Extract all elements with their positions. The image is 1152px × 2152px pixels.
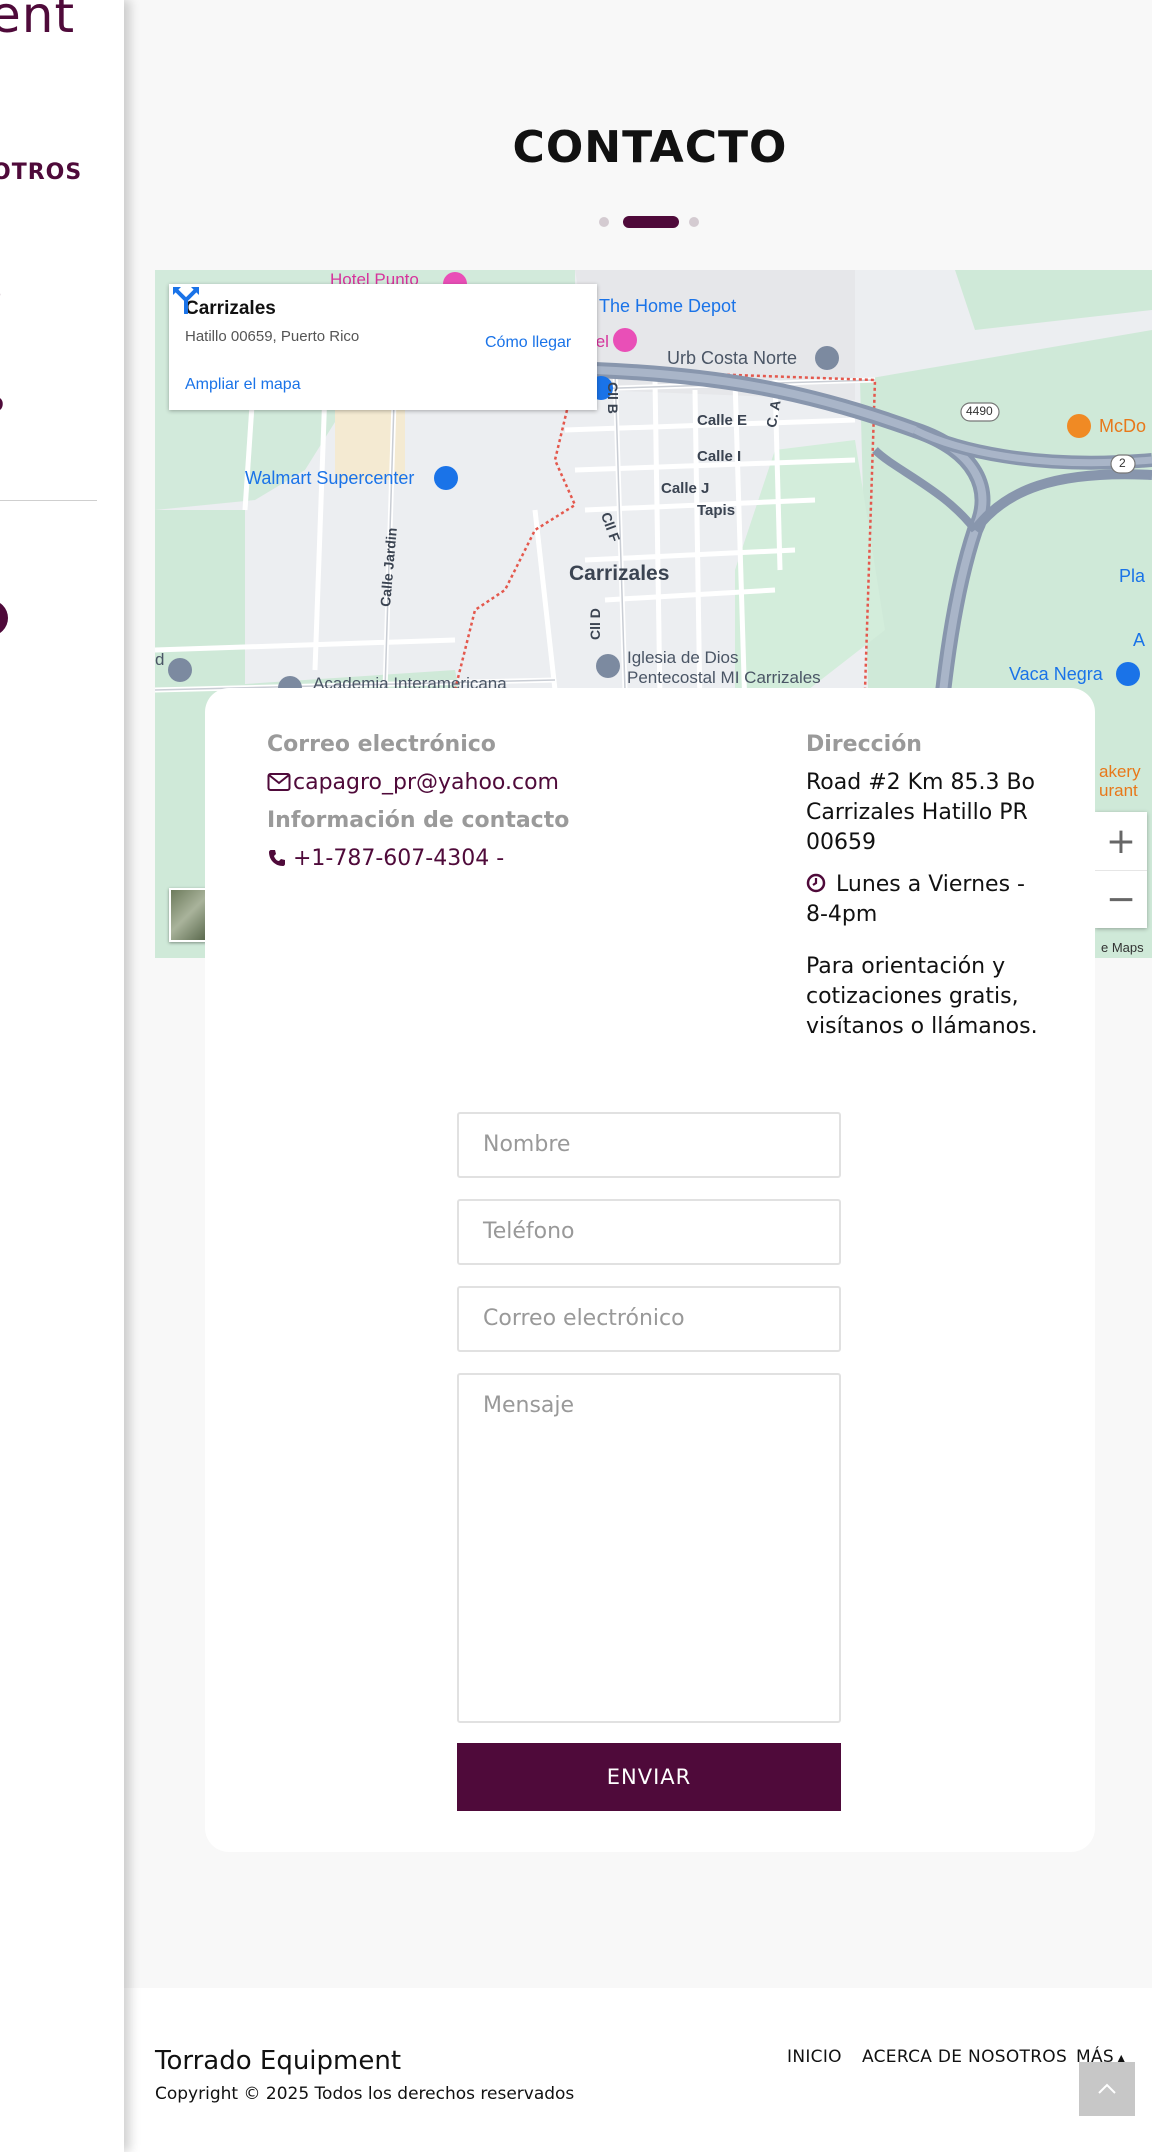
- phone-link[interactable]: +1-787-607-4304 -: [267, 846, 504, 871]
- footer-nav-acerca[interactable]: ACERCA DE NOSOTROS: [862, 2047, 1067, 2067]
- address-text: Road #2 Km 85.3 Bo Carrizales Hatillo PR…: [806, 770, 1036, 855]
- map-label: Tapis: [697, 502, 736, 519]
- phone-field[interactable]: Teléfono: [457, 1199, 841, 1265]
- sidebar-marker: ‚: [0, 280, 2, 301]
- map-place-card: Carrizales Hatillo 00659, Puerto Rico Có…: [169, 284, 597, 410]
- enlarge-map-link[interactable]: Ampliar el mapa: [185, 376, 301, 394]
- chevron-up-icon: [1098, 2083, 1116, 2094]
- map-label: d: [155, 650, 165, 669]
- map-label: 2: [1119, 456, 1126, 470]
- contact-section: CONTACTO Hotel Punto The Home Depot tel …: [124, 0, 1152, 1988]
- directions-link[interactable]: Cómo llegar: [485, 334, 571, 352]
- footer-brand: Torrado Equipment: [155, 2046, 402, 2076]
- map-label: Carrizales: [569, 562, 670, 585]
- email-link[interactable]: capagro_pr@yahoo.com: [267, 770, 559, 795]
- directions-icon[interactable]: [169, 284, 203, 314]
- scroll-to-top-button[interactable]: [1079, 2062, 1135, 2116]
- sidebar-social-icon[interactable]: [0, 600, 8, 636]
- contact-card: Correo electrónico capagro_pr@yahoo.com …: [205, 688, 1095, 1852]
- map-label: Iglesia de Dios Pentecostal MI Carrizales: [627, 648, 821, 687]
- sidebar-nav-glyph[interactable]: o: [0, 388, 6, 418]
- sidebar-logo-text[interactable]: ent: [0, 0, 75, 44]
- map-label: McDo: [1099, 416, 1147, 436]
- map-label: Urb Costa Norte: [667, 348, 798, 368]
- map-label: The Home Depot: [599, 296, 737, 316]
- zoom-in-button[interactable]: +: [1095, 812, 1147, 870]
- address-label: Dirección: [806, 732, 922, 757]
- page-title: CONTACTO: [512, 122, 788, 173]
- email-label: Correo electrónico: [267, 732, 496, 757]
- map-label: Cll B: [605, 382, 621, 414]
- email-field[interactable]: Correo electrónico: [457, 1286, 841, 1352]
- envelope-icon: [267, 772, 291, 791]
- map-label: A: [1133, 630, 1146, 650]
- map-label: Cll D: [587, 608, 603, 640]
- satellite-toggle[interactable]: [169, 888, 207, 942]
- submit-button[interactable]: ENVIAR: [457, 1743, 841, 1811]
- sidebar-divider: [0, 500, 97, 501]
- message-field[interactable]: Mensaje: [457, 1373, 841, 1723]
- map-label: Pla: [1119, 566, 1146, 586]
- footer-copyright: Copyright © 2025 Todos los derechos rese…: [155, 2084, 575, 2104]
- map-label: Vaca Negra: [1009, 664, 1103, 684]
- title-divider: [599, 216, 709, 228]
- map-label: Calle E: [697, 412, 748, 429]
- map-label: Walmart Supercenter: [245, 468, 415, 488]
- sidebar-nav-item[interactable]: OTROS: [0, 160, 82, 185]
- map-label: Calle I: [697, 448, 742, 465]
- footer: Torrado Equipment Copyright © 2025 Todos…: [124, 1988, 1152, 2152]
- map-attribution[interactable]: e Maps: [1101, 940, 1144, 955]
- map-label: 4490: [966, 404, 993, 418]
- map-zoom-controls: + −: [1095, 812, 1147, 928]
- map-place-address: Hatillo 00659, Puerto Rico: [185, 328, 360, 345]
- clock-icon: [806, 873, 826, 893]
- footer-nav-inicio[interactable]: INICIO: [787, 2047, 842, 2067]
- zoom-out-button[interactable]: −: [1095, 870, 1147, 928]
- phone-icon: [269, 849, 285, 866]
- map-label: akery urant: [1099, 762, 1141, 800]
- map-label: Calle J: [661, 480, 710, 497]
- contact-info-label: Información de contacto: [267, 808, 570, 833]
- sidebar: ent OTROS ‚ o: [0, 0, 124, 2152]
- name-field[interactable]: Nombre: [457, 1112, 841, 1178]
- business-hours: Lunes a Viernes - 8-4pm: [806, 872, 1025, 927]
- contact-note: Para orientación y cotizaciones gratis, …: [806, 954, 1038, 1039]
